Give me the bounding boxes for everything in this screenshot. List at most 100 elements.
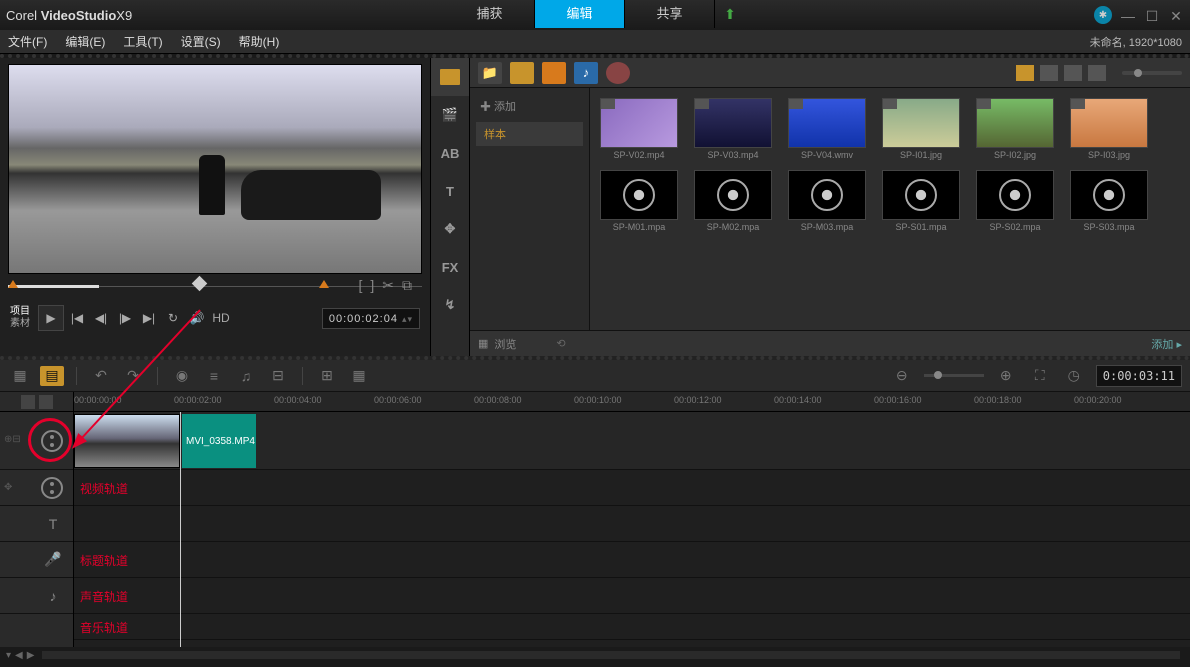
thumb-size-slider[interactable] (1122, 71, 1182, 75)
fit-icon[interactable]: ⛶ (1028, 366, 1052, 386)
redo-icon[interactable]: ↷ (121, 366, 145, 386)
filter-disc-icon[interactable] (606, 62, 630, 84)
subtitle-icon[interactable]: ⊟ (266, 366, 290, 386)
timeline-view-icon[interactable]: ▤ (40, 366, 64, 386)
zoom-in-icon[interactable]: ⊕ (994, 366, 1018, 386)
minimize-button[interactable]: — (1120, 8, 1136, 22)
tab-edit[interactable]: 编辑 (535, 0, 625, 28)
preview-timecode[interactable]: 00:00:02:04▴▾ (322, 308, 420, 329)
auto-music-icon[interactable]: ♫ (234, 366, 258, 386)
strip-media[interactable] (431, 58, 469, 96)
multicam-icon[interactable]: ⊞ (315, 366, 339, 386)
upload-icon[interactable]: ⬆ (715, 0, 745, 28)
track-head-overlay[interactable]: ✥ (0, 470, 73, 506)
zoom-out-icon[interactable]: ⊖ (890, 366, 914, 386)
library-thumb[interactable] (882, 98, 960, 148)
strip-ab[interactable]: AB (431, 134, 469, 172)
strip-path[interactable]: ↯ (431, 286, 469, 324)
library-thumb[interactable] (976, 170, 1054, 220)
project-info: 未命名, 1920*1080 (1090, 34, 1182, 50)
copy-icon[interactable]: ⧉ (402, 277, 412, 294)
hd-button[interactable]: HD (210, 307, 232, 329)
menu-settings[interactable]: 设置(S) (181, 33, 221, 50)
tree-sample[interactable]: 样本 (476, 122, 583, 146)
filter-video-icon[interactable] (510, 62, 534, 84)
view-list-icon[interactable] (1040, 65, 1058, 81)
library-thumb[interactable] (788, 170, 866, 220)
view-grid-icon[interactable] (1064, 65, 1082, 81)
browse-icon[interactable]: ▦ (478, 337, 488, 350)
library-thumb[interactable] (882, 170, 960, 220)
library-thumb[interactable] (694, 98, 772, 148)
library-thumb[interactable] (600, 98, 678, 148)
mark-out-icon[interactable]: ] (370, 277, 374, 294)
ruler[interactable]: 00:00:00:0000:00:02:0000:00:04:0000:00:0… (74, 392, 1190, 411)
scrub-bar[interactable]: [ ] ✂ ⧉ (8, 276, 422, 296)
step-fwd-button[interactable]: |▶ (114, 307, 136, 329)
volume-button[interactable]: 🔊 (186, 307, 208, 329)
menu-tools[interactable]: 工具(T) (123, 33, 162, 50)
filter-photo-icon[interactable] (542, 62, 566, 84)
mark-in-icon[interactable]: [ (358, 277, 362, 294)
timeline-content[interactable]: MVI_0358.MP4 视频轨道 标题轨道 声音轨道 音乐轨道 (74, 412, 1190, 647)
menu-edit[interactable]: 编辑(E) (65, 33, 105, 50)
library-thumb[interactable] (600, 170, 678, 220)
record-icon[interactable]: ◉ (170, 366, 194, 386)
storyboard-view-icon[interactable]: ▦ (8, 366, 32, 386)
view-thumb-icon[interactable] (1016, 65, 1034, 81)
track-head-title[interactable]: T (0, 506, 73, 542)
tab-capture[interactable]: 捕获 (445, 0, 535, 28)
strip-instant[interactable]: 🎬 (431, 96, 469, 134)
mode-project[interactable]: 项目 (10, 306, 30, 318)
timeline-timecode[interactable]: 0:00:03:11 (1096, 365, 1182, 387)
browse-label[interactable]: 浏览 (494, 336, 516, 352)
sort-icon[interactable] (1088, 65, 1106, 81)
video-clip[interactable]: MVI_0358.MP4 (182, 414, 256, 468)
preview-screen[interactable] (8, 64, 422, 274)
library-thumb[interactable] (1070, 170, 1148, 220)
tab-share[interactable]: 共享 (625, 0, 715, 28)
zoom-slider[interactable] (924, 374, 984, 377)
cut-icon[interactable]: ✂ (382, 277, 394, 294)
folder-icon[interactable]: 📁 (478, 62, 502, 84)
mode-clip[interactable]: 素材 (10, 318, 30, 330)
close-button[interactable]: ✕ (1168, 8, 1184, 22)
add-folder[interactable]: ✚ 添加 (476, 94, 583, 118)
world-icon[interactable]: ✱ (1094, 6, 1112, 24)
prev-button[interactable]: |◀ (66, 307, 88, 329)
library-thumb[interactable] (694, 170, 772, 220)
loop-button[interactable]: ↻ (162, 307, 184, 329)
next-button[interactable]: ▶| (138, 307, 160, 329)
track-head-voice[interactable]: 🎤 (0, 542, 73, 578)
track-head-music[interactable]: ♪ (0, 578, 73, 614)
grid-icon[interactable]: ▦ (347, 366, 371, 386)
menu-help[interactable]: 帮助(H) (239, 33, 280, 50)
refresh-icon[interactable]: ⟲ (556, 337, 565, 350)
reel-icon (41, 430, 63, 452)
track-toggle-b[interactable] (39, 395, 53, 409)
mixer-icon[interactable]: ≡ (202, 366, 226, 386)
playhead[interactable] (180, 412, 181, 647)
scrub-head-icon[interactable] (192, 276, 208, 292)
more-link[interactable]: 添加 ▸ (1151, 336, 1182, 352)
strip-fx[interactable]: FX (431, 248, 469, 286)
maximize-button[interactable]: ☐ (1144, 8, 1160, 22)
app-logo: Corel VideoStudioX9 (6, 8, 132, 23)
ruler-tick: 00:00:12:00 (674, 395, 722, 405)
undo-icon[interactable]: ↶ (89, 366, 113, 386)
library-thumb[interactable] (1070, 98, 1148, 148)
step-back-button[interactable]: ◀| (90, 307, 112, 329)
track-head-video[interactable]: ⊕⊟ (0, 412, 73, 470)
track-toggle-a[interactable] (21, 395, 35, 409)
filter-audio-icon[interactable]: ♪ (574, 62, 598, 84)
library-thumb[interactable] (976, 98, 1054, 148)
video-clip-thumb[interactable] (74, 414, 180, 468)
play-button[interactable]: ▶ (38, 305, 64, 331)
thumb-name: SP-M01.mpa (600, 222, 678, 232)
strip-graphic[interactable]: ✥ (431, 210, 469, 248)
strip-title[interactable]: T (431, 172, 469, 210)
menu-file[interactable]: 文件(F) (8, 33, 47, 50)
library-thumb[interactable] (788, 98, 866, 148)
timeline-scrollbar[interactable]: ▾◀▶ (0, 647, 1190, 663)
thumb-name: SP-V04.wmv (788, 150, 866, 160)
